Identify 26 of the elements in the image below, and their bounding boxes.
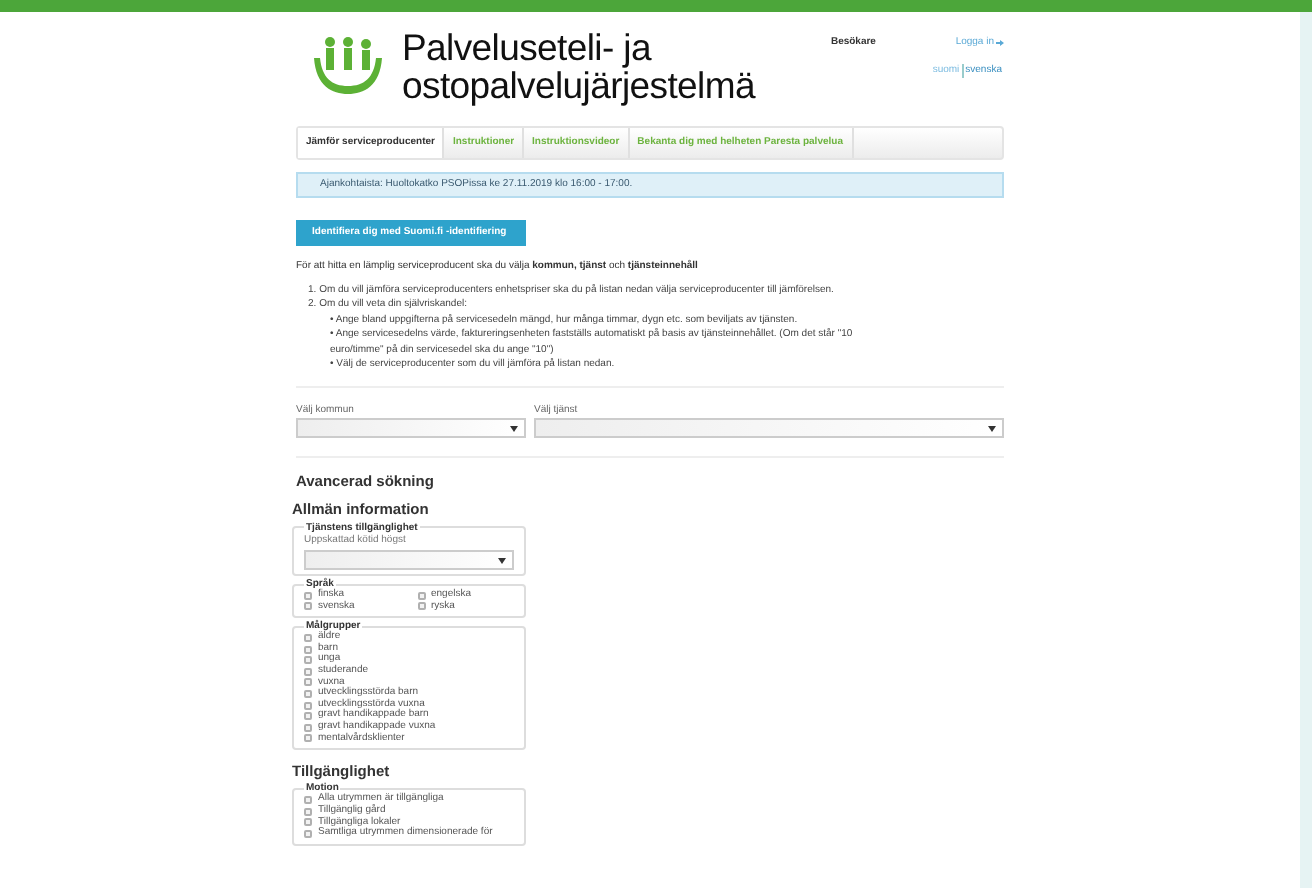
checkbox[interactable] [304,689,312,698]
checkbox[interactable] [304,829,312,838]
checkbox[interactable] [304,591,312,600]
checkbox[interactable] [304,667,312,676]
queue-time-select[interactable] [304,550,514,570]
checkbox[interactable] [304,656,312,665]
checkbox[interactable] [304,723,312,732]
checkbox[interactable] [304,633,312,642]
login-arrow-icon [996,40,1004,47]
checkbox[interactable] [304,807,312,816]
checkbox[interactable] [417,591,425,600]
checkbox[interactable] [304,701,312,710]
caret-icon [510,425,518,431]
checkbox[interactable] [304,734,312,743]
filter-select[interactable] [534,418,1004,438]
checkbox[interactable] [304,678,312,687]
caret-icon [988,425,996,431]
checkbox[interactable] [304,602,312,611]
caret-icon [498,557,506,563]
checkbox[interactable] [304,818,312,827]
checkbox[interactable] [304,796,312,805]
site-title: Palveluseteli- ja ostopalvelujärjestelmä [402,28,755,110]
checkbox[interactable] [304,645,312,654]
checkbox[interactable] [417,602,425,611]
filter-select[interactable] [296,418,526,438]
checkbox[interactable] [304,712,312,721]
